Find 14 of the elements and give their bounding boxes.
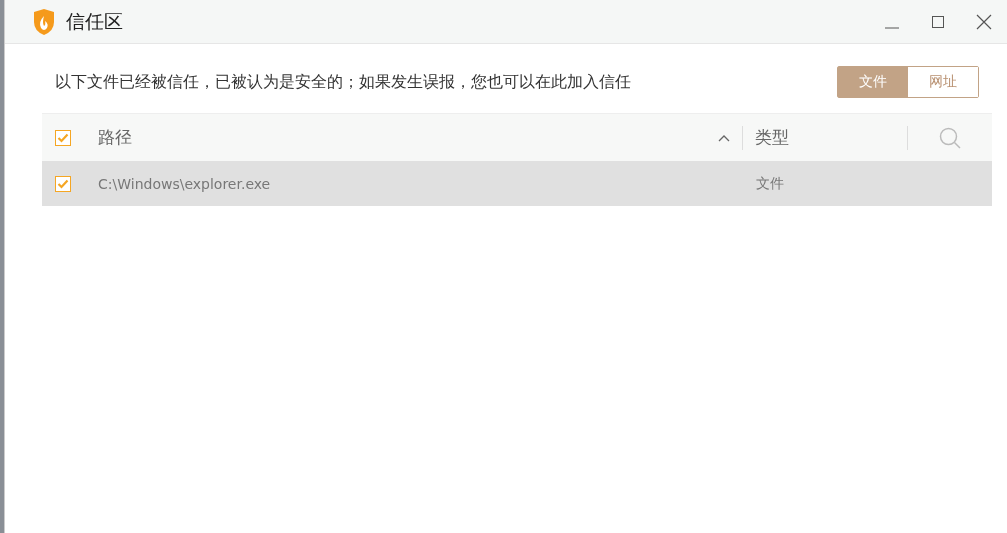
column-header[interactable]: 路径 [98,126,132,149]
checkbox[interactable] [55,175,71,192]
search-icon[interactable] [939,126,961,149]
description-text: 以下文件已经被信任，已被认为是安全的；如果发生误报，您也可以在此加入信任 [55,71,632,93]
minimize-icon [884,26,900,29]
shield-flame-icon [32,7,56,36]
checkbox[interactable] [55,129,71,146]
sort-caret-icon[interactable] [718,133,730,142]
column-header[interactable]: 类型 [755,126,789,149]
path-cell: C:\Windows\explorer.exe [98,175,271,192]
type-cell: 文件 [756,174,784,193]
window-title: 信任区 [66,8,123,34]
maximize-icon [931,14,945,29]
close-icon [976,13,992,30]
